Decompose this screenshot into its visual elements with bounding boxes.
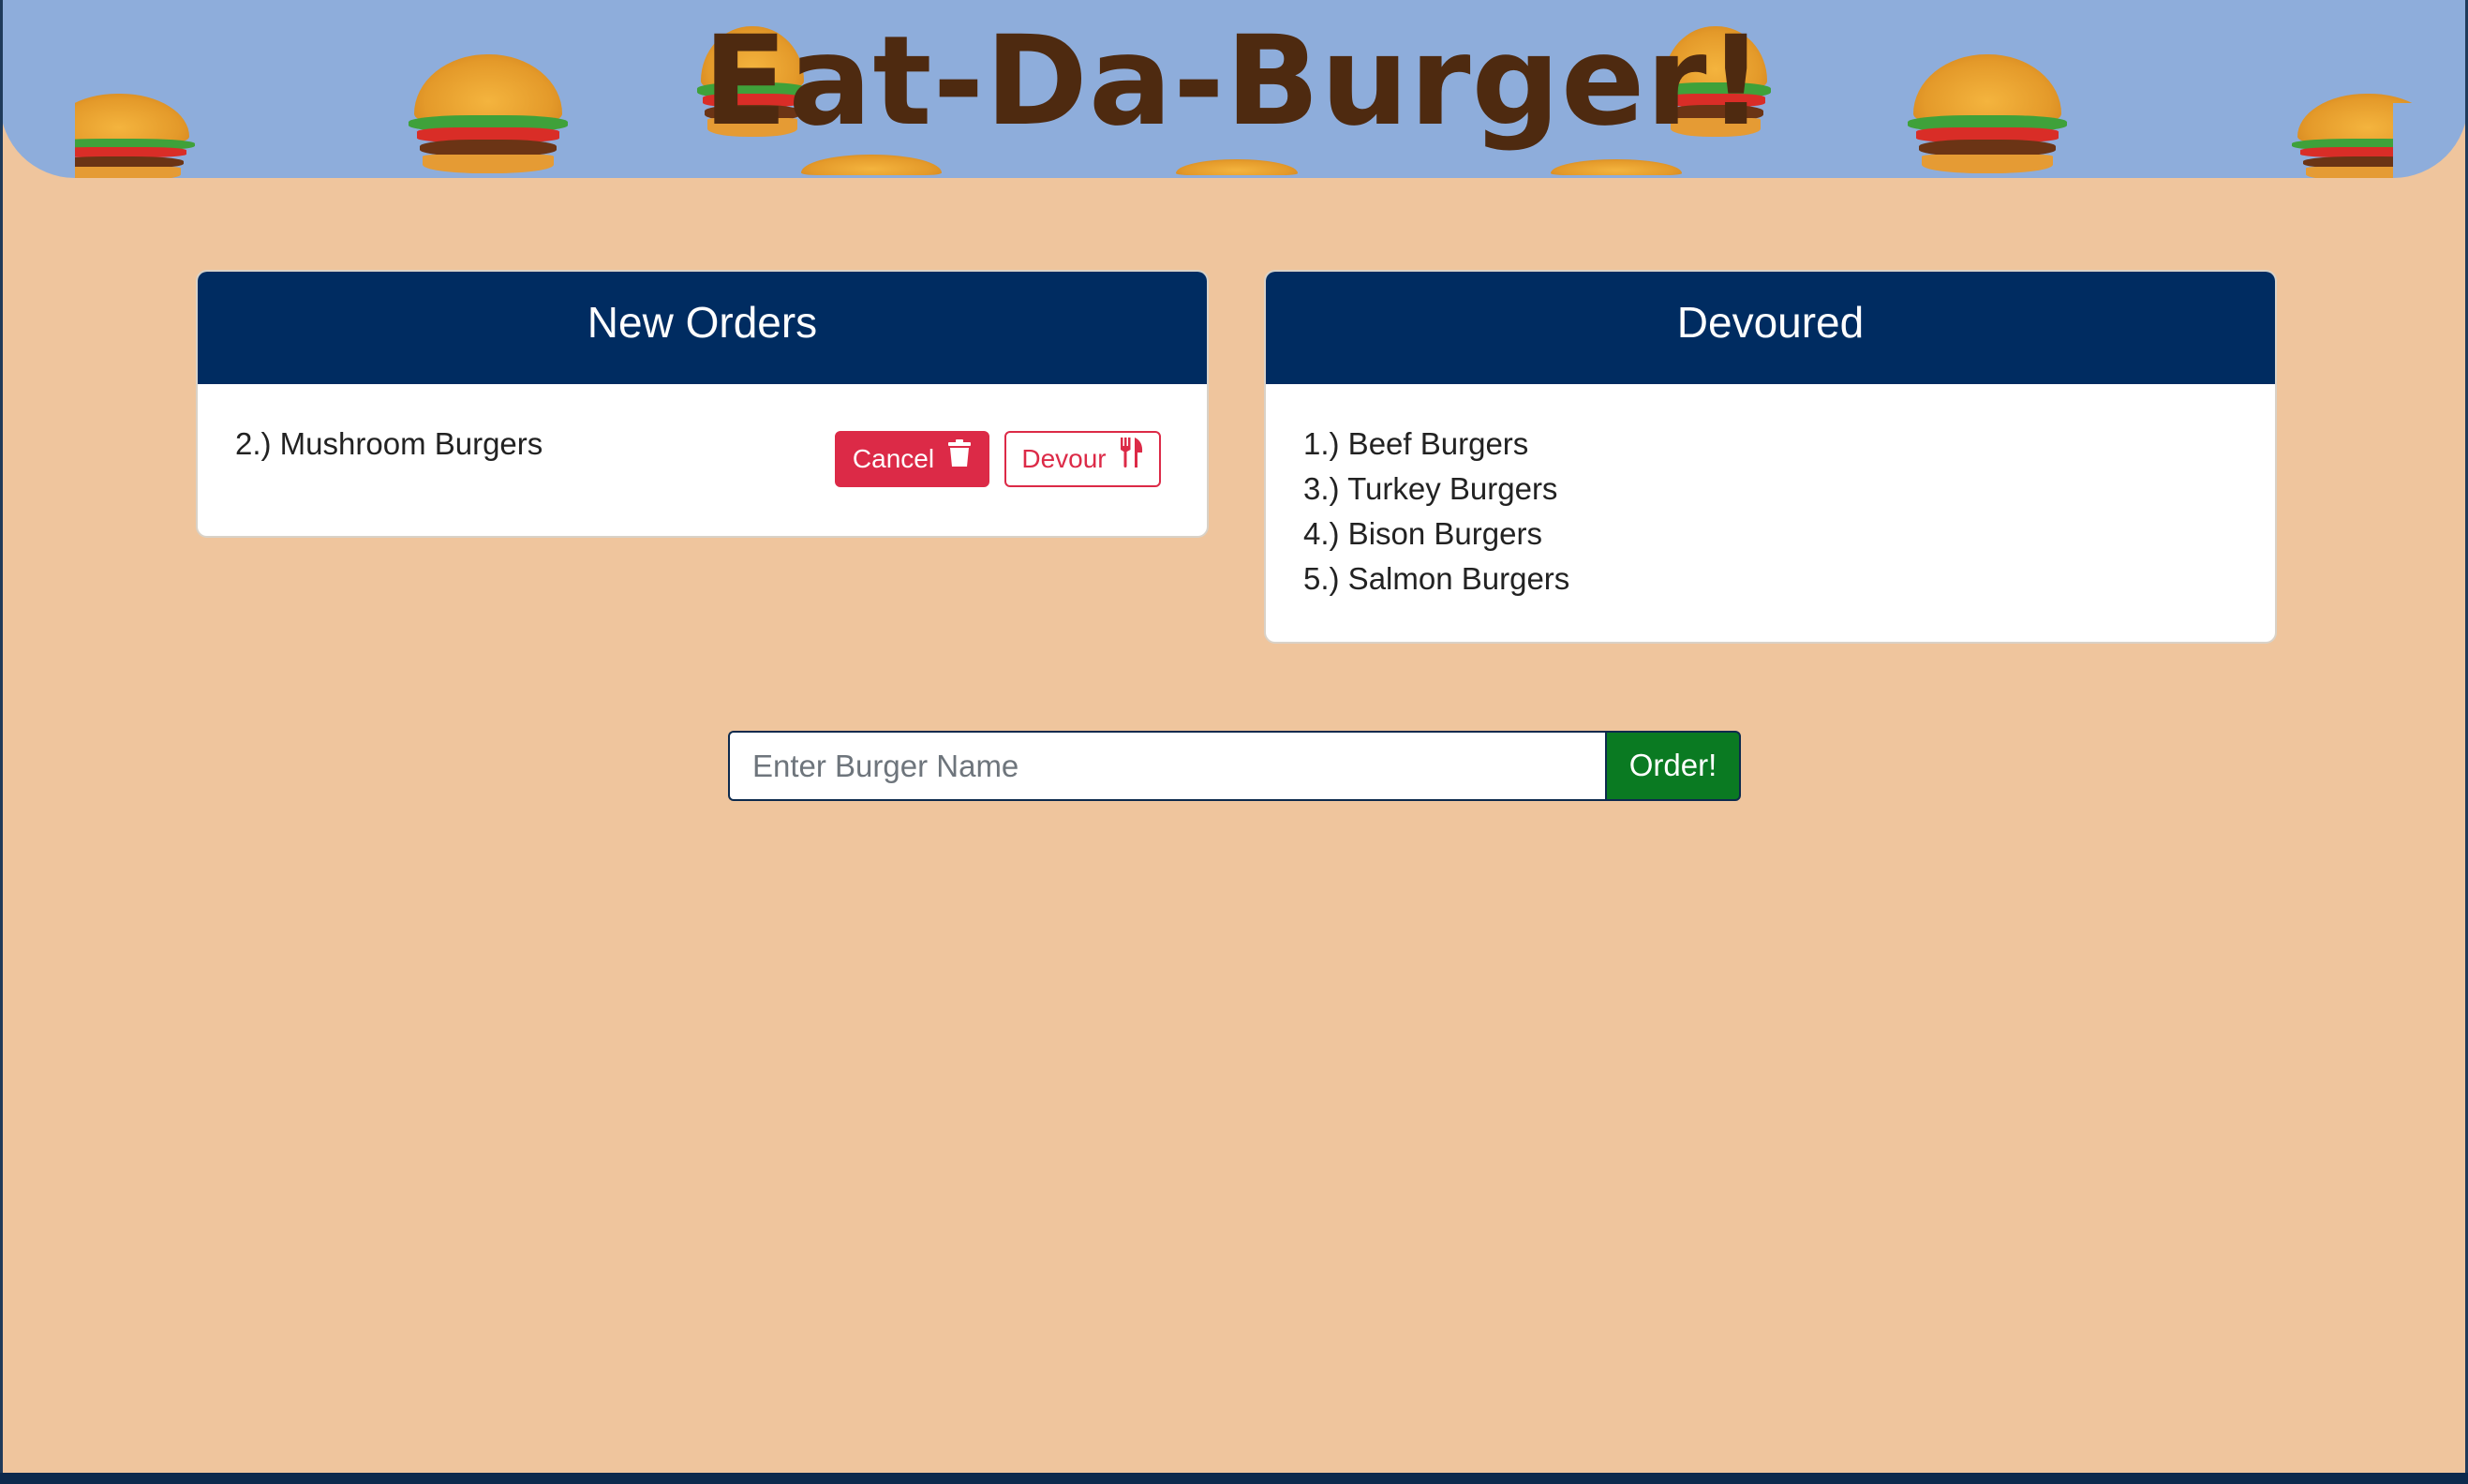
page-title: Eat-Da-Burger!: [703, 9, 1765, 154]
burger-icon: [1551, 159, 1682, 178]
burger-icon: [1176, 159, 1298, 178]
cancel-button[interactable]: Cancel: [835, 431, 989, 487]
header-banner: Eat-Da-Burger!: [0, 0, 2468, 178]
header-corner-right: [2393, 103, 2468, 178]
page-edge-left: [0, 0, 3, 1484]
page: Eat-Da-Burger! New Orders 2.) Mushroom B…: [0, 0, 2468, 1484]
burger-icon: [801, 155, 942, 178]
burger-name-input[interactable]: [728, 731, 1607, 801]
devoured-item: 5.) Salmon Burgers: [1303, 561, 1570, 596]
new-orders-card: New Orders 2.) Mushroom Burgers Cancel D…: [196, 270, 1209, 538]
footer-bar: [0, 1473, 2468, 1484]
devour-button[interactable]: Devour: [1004, 431, 1161, 487]
devour-button-label: Devour: [1021, 444, 1107, 473]
new-order-item-label: 2.) Mushroom Burgers: [235, 426, 543, 461]
devoured-item: 4.) Bison Burgers: [1303, 516, 1542, 551]
header-corner-left: [0, 103, 75, 178]
devoured-card: Devoured 1.) Beef Burgers 3.) Turkey Bur…: [1264, 270, 2277, 644]
new-orders-title: New Orders: [198, 272, 1207, 384]
trash-icon: [947, 433, 972, 485]
cancel-button-label: Cancel: [852, 444, 935, 473]
devoured-title: Devoured: [1266, 272, 2275, 384]
utensils-icon: [1120, 433, 1144, 485]
order-button[interactable]: Order!: [1605, 731, 1741, 801]
devoured-item: 3.) Turkey Burgers: [1303, 471, 1558, 506]
devoured-item: 1.) Beef Burgers: [1303, 426, 1529, 461]
